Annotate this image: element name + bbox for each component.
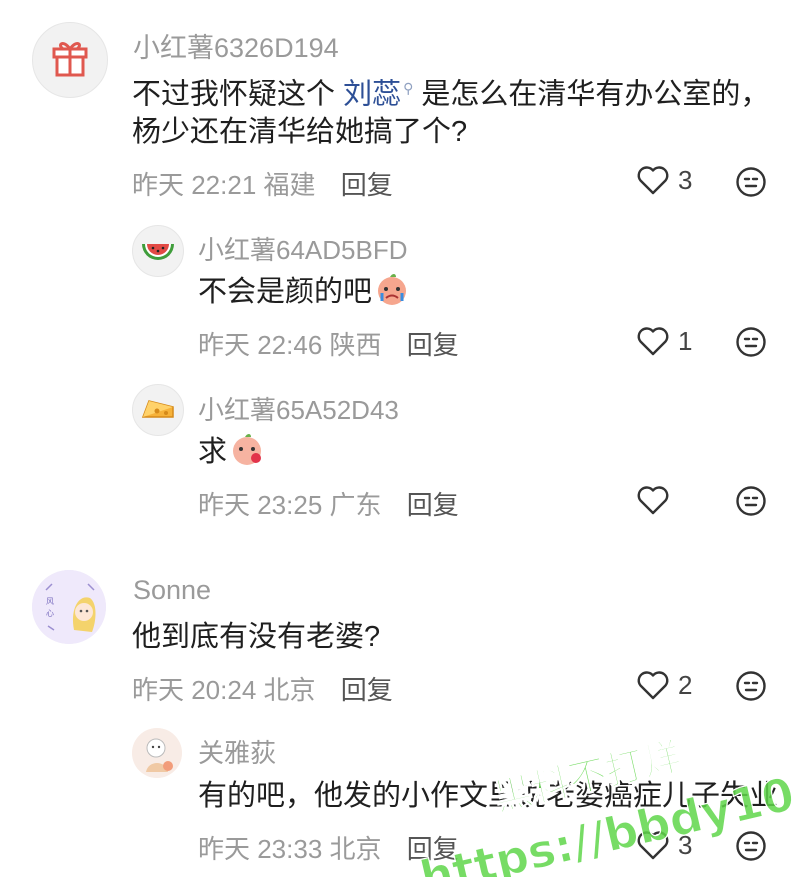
- comment-location: 广东: [329, 490, 382, 520]
- like-count: 1: [678, 325, 693, 356]
- heart-icon: [637, 327, 669, 356]
- heart-icon: [637, 486, 669, 515]
- reply-button[interactable]: 回复: [407, 490, 459, 520]
- cartoon-avatar: [132, 728, 182, 778]
- begging-peach-emoji: [233, 434, 262, 465]
- like-button[interactable]: 2: [636, 669, 692, 701]
- like-button[interactable]: 3: [636, 829, 692, 861]
- comment-meta: 昨天 22:21 福建 回复: [132, 165, 393, 202]
- like-button[interactable]: 1: [636, 325, 692, 357]
- comment-time: 昨天 23:25: [198, 490, 323, 520]
- comment-location: 陕西: [329, 330, 382, 360]
- reply-button[interactable]: 回复: [407, 834, 459, 864]
- comment-text-part: 不会是颜的吧: [198, 276, 373, 308]
- comment-username[interactable]: Sonne: [133, 575, 211, 606]
- comment-text-part: 是怎么在清华有办公室的，: [413, 78, 770, 111]
- search-icon: ⚲: [403, 80, 414, 96]
- avatar[interactable]: [132, 384, 184, 436]
- comment-time: 昨天 22:21: [132, 170, 257, 200]
- like-button[interactable]: [636, 484, 670, 516]
- svg-text:风: 风: [46, 597, 54, 606]
- avatar[interactable]: 风 心: [32, 570, 106, 644]
- heart-icon: [637, 671, 669, 700]
- watermelon-icon: [142, 244, 174, 260]
- comment-username[interactable]: 小红薯64AD5BFD: [198, 230, 408, 267]
- comment-text-part: 求: [198, 436, 228, 468]
- comment-time: 昨天 22:46: [198, 330, 323, 360]
- comment-text: 求: [198, 430, 265, 474]
- heart-icon: [637, 831, 669, 860]
- anime-girl-avatar: 风 心: [32, 570, 106, 644]
- comment-username[interactable]: 小红薯6326D194: [133, 26, 339, 65]
- crying-peach-emoji: [378, 274, 407, 305]
- gift-icon: [52, 42, 88, 77]
- svg-text:心: 心: [46, 609, 54, 618]
- avatar[interactable]: [132, 225, 184, 277]
- comment-text-part: 不过我怀疑这个: [132, 78, 344, 111]
- comment-text: 有的吧，他发的小作文里说老婆癌症儿子失业: [198, 780, 779, 812]
- heart-icon: [637, 166, 669, 195]
- reply-button[interactable]: 回复: [341, 675, 393, 705]
- comment-location: 北京: [263, 675, 316, 705]
- expressionless-face-icon[interactable]: [735, 830, 767, 862]
- comment-location: 北京: [329, 834, 382, 864]
- like-count: 3: [678, 829, 693, 860]
- like-count: 3: [678, 164, 693, 195]
- comment-text: 不会是颜的吧: [198, 270, 410, 314]
- cheese-icon: [141, 400, 174, 418]
- comment-meta: 昨天 22:46 陕西 回复: [198, 325, 459, 362]
- expressionless-face-icon[interactable]: [735, 670, 767, 702]
- like-count: 2: [678, 669, 693, 700]
- reply-button[interactable]: 回复: [407, 330, 459, 360]
- expressionless-face-icon[interactable]: [735, 166, 767, 198]
- mention-link[interactable]: 刘蕊: [343, 79, 401, 111]
- comment-text: 杨少还在清华给她搞了个?: [132, 116, 468, 148]
- like-button[interactable]: 3: [636, 164, 692, 196]
- avatar[interactable]: [32, 22, 108, 98]
- expressionless-face-icon[interactable]: [735, 326, 767, 358]
- expressionless-face-icon[interactable]: [735, 485, 767, 517]
- comment-username[interactable]: 小红薯65A52D43: [198, 390, 399, 427]
- avatar[interactable]: [132, 728, 182, 778]
- comment-username[interactable]: 关雅荻: [198, 733, 276, 770]
- reply-button[interactable]: 回复: [341, 170, 393, 200]
- comment-time: 昨天 20:24: [132, 675, 257, 705]
- comment-time: 昨天 23:33: [198, 834, 323, 864]
- comment-meta: 昨天 23:25 广东 回复: [198, 485, 459, 522]
- comment-text: 他到底有没有老婆?: [132, 621, 381, 653]
- comment-meta: 昨天 20:24 北京 回复: [132, 670, 393, 707]
- comment-meta: 昨天 23:33 北京 回复: [198, 829, 459, 866]
- comment-location: 福建: [263, 170, 316, 200]
